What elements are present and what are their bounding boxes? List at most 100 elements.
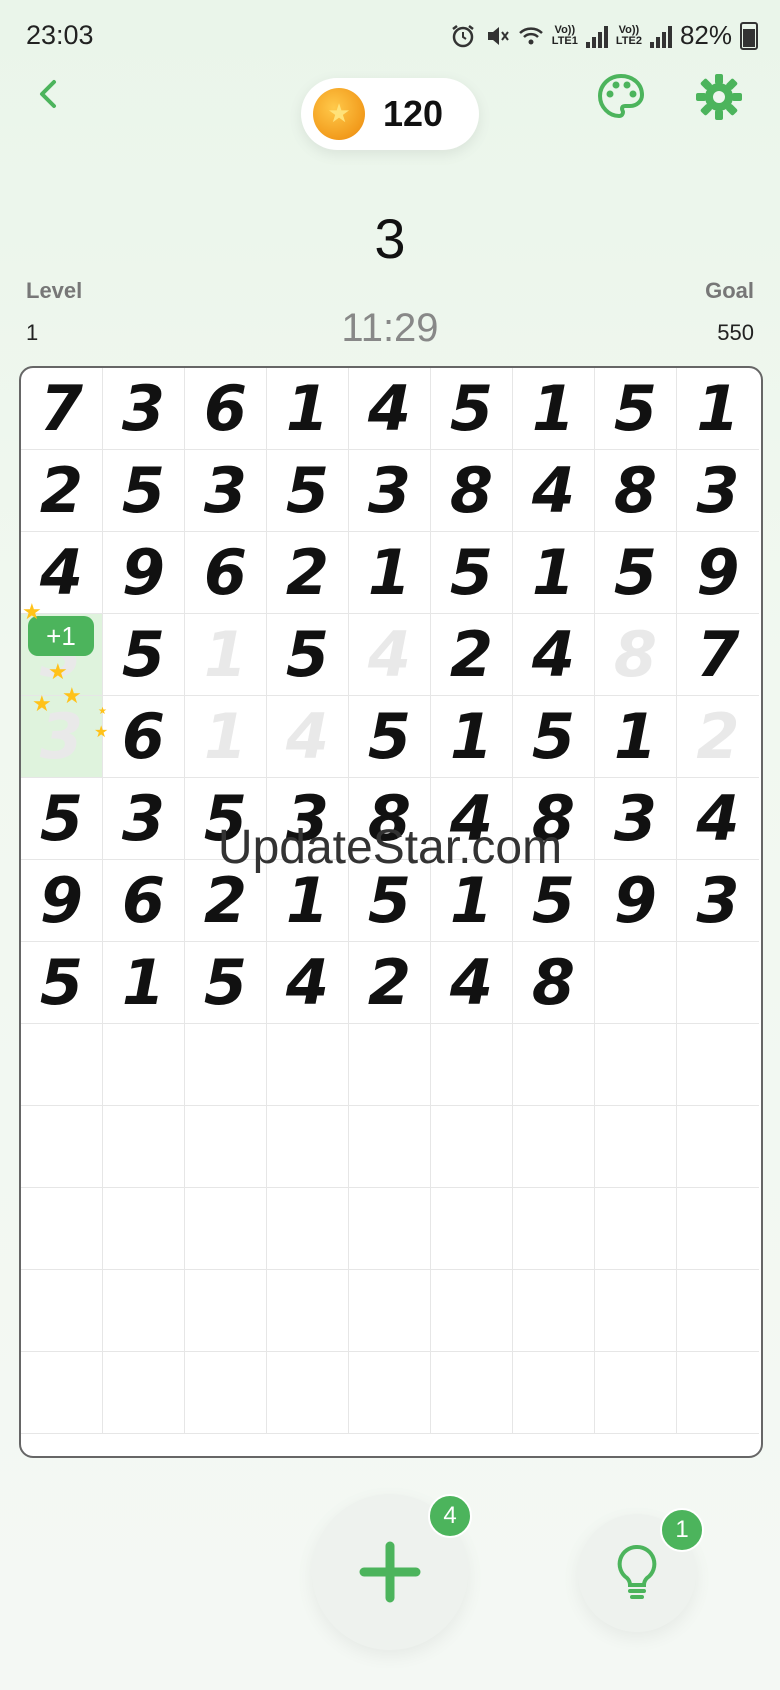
grid-cell[interactable]: 8	[595, 614, 677, 696]
coin-value: 120	[383, 93, 444, 134]
grid-cell[interactable]: 5	[185, 942, 267, 1024]
grid-cell[interactable]: 1	[431, 860, 513, 942]
grid-cell[interactable]: 3	[103, 778, 185, 860]
grid-cell	[185, 1106, 267, 1188]
settings-gear-icon[interactable]	[694, 72, 744, 122]
grid-cell[interactable]: 5	[349, 696, 431, 778]
grid-cell[interactable]: 5	[431, 368, 513, 450]
palette-icon[interactable]	[596, 72, 646, 122]
grid-cell[interactable]: 1	[185, 696, 267, 778]
grid-cell[interactable]: 4	[431, 778, 513, 860]
grid-cell[interactable]: 6	[185, 368, 267, 450]
grid-cell[interactable]: 5	[513, 696, 595, 778]
grid-cell[interactable]: 5	[349, 860, 431, 942]
grid-cell[interactable]: 1	[349, 532, 431, 614]
grid-cell[interactable]: 1	[595, 696, 677, 778]
grid-cell[interactable]: 8	[513, 942, 595, 1024]
back-chevron-icon[interactable]	[30, 72, 70, 116]
grid-cell[interactable]: 2	[349, 942, 431, 1024]
star-icon: ★	[94, 722, 109, 741]
grid-cell[interactable]: 1	[185, 614, 267, 696]
status-time: 23:03	[26, 20, 94, 50]
grid-cell[interactable]: 9	[595, 860, 677, 942]
grid-cell	[185, 1352, 267, 1434]
grid-cell	[267, 1106, 349, 1188]
grid-cell	[595, 1024, 677, 1106]
status-bar: 23:03 Vo)) LTE1 Vo)) LTE2 82%	[0, 0, 780, 72]
grid-cell[interactable]: 3	[677, 450, 759, 532]
grid-cell[interactable]: 5	[513, 860, 595, 942]
grid-cell[interactable]: 2	[431, 614, 513, 696]
grid-cell[interactable]: 2	[267, 532, 349, 614]
grid-cell[interactable]: 4	[513, 614, 595, 696]
grid-cell[interactable]: 5	[103, 450, 185, 532]
grid-cell[interactable]: 2	[185, 860, 267, 942]
star-icon: ★	[32, 692, 52, 717]
grid-cell[interactable]: 2	[677, 696, 759, 778]
plus-icon	[359, 1541, 421, 1603]
grid-cell	[21, 1352, 103, 1434]
grid-cell[interactable]: 5	[103, 614, 185, 696]
signal1-icon	[585, 24, 608, 48]
grid-cell[interactable]: 6	[185, 532, 267, 614]
mute-icon	[487, 26, 509, 45]
grid-cell	[349, 1352, 431, 1434]
grid-cell[interactable]: 3	[103, 368, 185, 450]
grid-cell[interactable]: 2	[21, 450, 103, 532]
grid-cell[interactable]: 8	[349, 778, 431, 860]
hint-count-badge: 1	[660, 1508, 704, 1552]
grid-cell[interactable]: 8	[431, 450, 513, 532]
grid-cell[interactable]: 1	[513, 532, 595, 614]
grid-cell[interactable]: 5	[21, 778, 103, 860]
grid-cell[interactable]: 5	[431, 532, 513, 614]
grid-cell[interactable]: 5	[185, 778, 267, 860]
grid-cell	[349, 1270, 431, 1352]
grid-cell[interactable]: 9	[103, 532, 185, 614]
grid-cell[interactable]: 3	[267, 778, 349, 860]
grid-cell[interactable]: 7	[677, 614, 759, 696]
grid-cell[interactable]: 5	[267, 614, 349, 696]
grid-cell	[431, 1106, 513, 1188]
grid-cell[interactable]: 6	[103, 696, 185, 778]
grid-cell[interactable]: 3	[349, 450, 431, 532]
grid-cell[interactable]: 9	[677, 532, 759, 614]
grid-cell[interactable]: 5	[21, 942, 103, 1024]
grid-cell	[595, 1188, 677, 1270]
grid-cell[interactable]: 4	[431, 942, 513, 1024]
volte1-icon: Vo)) LTE1	[551, 23, 578, 47]
grid-cell	[513, 1188, 595, 1270]
grid-cell[interactable]: 1	[267, 860, 349, 942]
star-icon: ★	[62, 684, 82, 709]
lightbulb-icon	[617, 1544, 657, 1599]
grid-cell[interactable]: 7	[21, 368, 103, 450]
timer: 11:29	[341, 306, 439, 350]
grid-cell[interactable]: 4	[267, 696, 349, 778]
grid-cell[interactable]: 1	[103, 942, 185, 1024]
grid-cell	[185, 1024, 267, 1106]
grid-cell[interactable]: 3	[677, 860, 759, 942]
grid-cell[interactable]: 4	[267, 942, 349, 1024]
signal2-icon	[649, 24, 672, 48]
grid-cell[interactable]: 5	[595, 368, 677, 450]
grid-cell[interactable]: 1	[513, 368, 595, 450]
grid-cell[interactable]: 4	[349, 614, 431, 696]
grid-cell[interactable]: 9	[21, 860, 103, 942]
grid-cell	[267, 1188, 349, 1270]
grid-cell[interactable]: 1	[677, 368, 759, 450]
grid-cell[interactable]: 1	[431, 696, 513, 778]
grid-cell[interactable]: 8	[595, 450, 677, 532]
grid-cell[interactable]: 8	[513, 778, 595, 860]
grid-cell	[103, 1024, 185, 1106]
grid-cell[interactable]: 5	[595, 532, 677, 614]
grid-cell[interactable]: 4	[513, 450, 595, 532]
grid-cell[interactable]: 6	[103, 860, 185, 942]
star-icon: ★	[48, 660, 68, 685]
grid-cell	[103, 1106, 185, 1188]
grid-cell[interactable]: 4	[349, 368, 431, 450]
grid-cell[interactable]: 1	[267, 368, 349, 450]
level-label: Level	[26, 278, 83, 303]
grid-cell[interactable]: 3	[185, 450, 267, 532]
grid-cell[interactable]: 5	[267, 450, 349, 532]
grid-cell[interactable]: 3	[595, 778, 677, 860]
grid-cell[interactable]: 4	[677, 778, 759, 860]
